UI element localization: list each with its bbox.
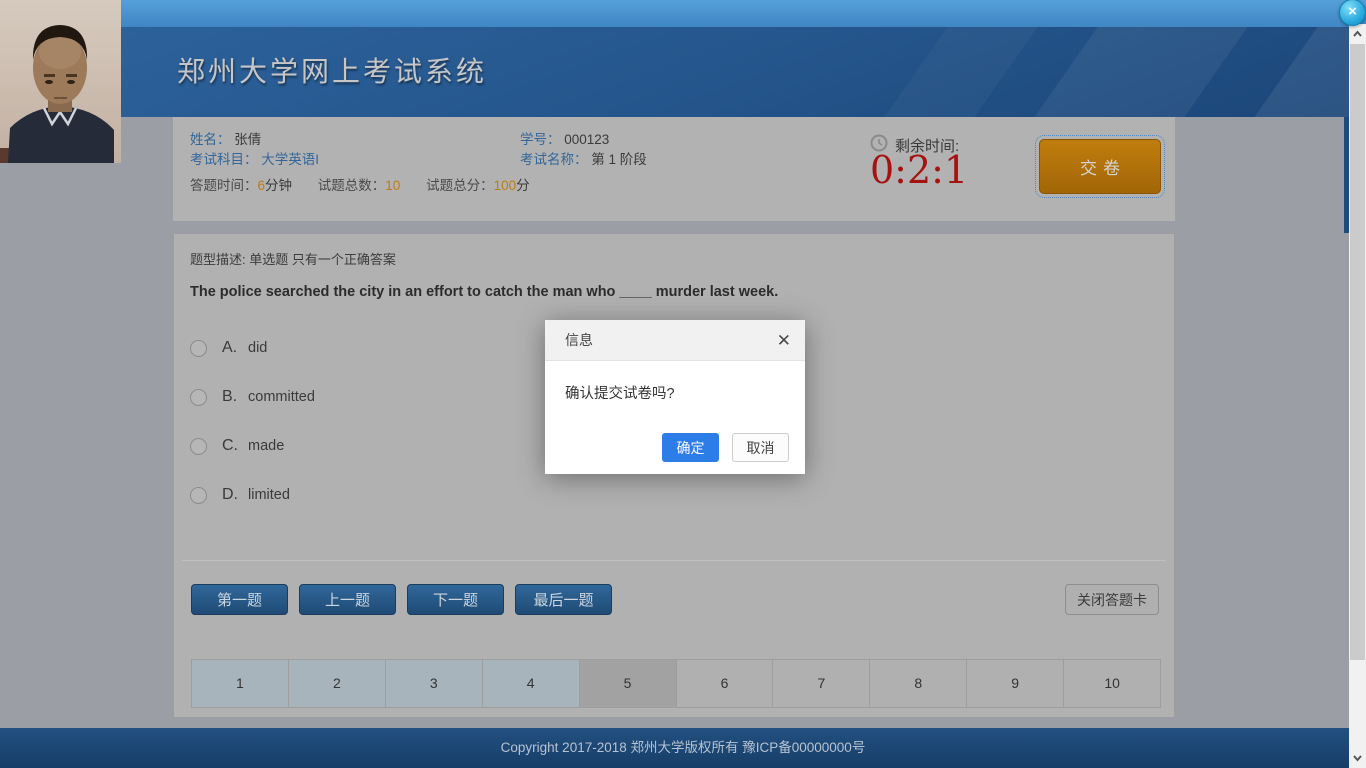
total-score-value: 100 [494, 178, 517, 193]
chevron-up-icon [1349, 24, 1366, 44]
subject-label: 考试科目： [190, 152, 258, 167]
name-value: 张倩 [234, 132, 261, 147]
subject-value: 大学英语I [261, 152, 319, 167]
option-a[interactable]: A. did [190, 338, 267, 358]
dialog-message: 确认提交试卷吗? [565, 382, 675, 403]
total-count-value: 10 [385, 178, 400, 193]
total-score-label: 试题总分： [426, 178, 494, 193]
option-text: made [248, 438, 284, 454]
webcam-preview [0, 0, 121, 163]
dialog-ok-button[interactable]: 确定 [662, 433, 719, 462]
question-panel: 题型描述: 单选题 只有一个正确答案 The police searched t… [173, 233, 1175, 718]
exam-name-value: 第 1 阶段 [591, 152, 647, 167]
grid-cell-5[interactable]: 5 [580, 660, 677, 707]
grid-cell-4[interactable]: 4 [483, 660, 580, 707]
vertical-scrollbar[interactable] [1349, 24, 1366, 768]
duration-label: 答题时间： [190, 178, 258, 193]
question-type-desc: 题型描述: 单选题 只有一个正确答案 [190, 249, 396, 268]
chevron-down-icon [1349, 748, 1366, 768]
dialog-header: 信息 ✕ [545, 320, 805, 361]
scrollbar-down-button[interactable] [1349, 748, 1366, 768]
divider [182, 560, 1166, 561]
student-id-value: 000123 [564, 132, 609, 147]
option-letter: B. [222, 388, 248, 406]
student-id-label: 学号： [520, 132, 561, 147]
grid-cell-9[interactable]: 9 [967, 660, 1064, 707]
radio-option-d[interactable] [190, 487, 207, 504]
radio-option-c[interactable] [190, 438, 207, 455]
option-text: did [248, 340, 267, 356]
close-answer-card-button[interactable]: 关闭答题卡 [1065, 584, 1159, 615]
option-letter: D. [222, 486, 248, 504]
footer: Copyright 2017-2018 郑州大学版权所有 豫ICP备000000… [0, 728, 1366, 768]
radio-option-a[interactable] [190, 340, 207, 357]
duration-value: 6 [258, 178, 266, 193]
grid-cell-8[interactable]: 8 [870, 660, 967, 707]
top-bar [0, 0, 1366, 27]
total-score-unit: 分 [516, 178, 530, 193]
grid-cell-1[interactable]: 1 [192, 660, 289, 707]
submit-exam-button[interactable]: 交卷 [1039, 139, 1161, 194]
prev-question-button[interactable]: 上一题 [299, 584, 396, 615]
banner-streak [1017, 27, 1265, 117]
grid-cell-3[interactable]: 3 [386, 660, 483, 707]
student-name-row: 姓名： 张倩 [190, 128, 261, 148]
first-question-button[interactable]: 第一题 [191, 584, 288, 615]
exam-info-panel: 姓名： 张倩 考试科目： 大学英语I 答题时间：6分钟 试题总数：10 试题总分… [173, 117, 1175, 221]
option-text: limited [248, 487, 290, 503]
dialog-cancel-button[interactable]: 取消 [732, 433, 789, 462]
answer-card-grid: 1 2 3 4 5 6 7 8 9 10 [191, 659, 1161, 708]
window-close-button[interactable]: × [1339, 0, 1366, 26]
option-c[interactable]: C. made [190, 436, 284, 456]
option-d[interactable]: D. limited [190, 485, 290, 505]
scrollbar-thumb[interactable] [1350, 44, 1365, 660]
scrollbar-up-button[interactable] [1349, 24, 1366, 44]
dialog-title: 信息 [565, 320, 593, 361]
last-question-button[interactable]: 最后一题 [515, 584, 612, 615]
banner-streak [1237, 27, 1366, 117]
duration-unit: 分钟 [265, 178, 292, 193]
grid-cell-2[interactable]: 2 [289, 660, 386, 707]
grid-cell-10[interactable]: 10 [1064, 660, 1160, 707]
question-text: The police searched the city in an effor… [190, 284, 778, 300]
name-label: 姓名： [190, 132, 231, 147]
page-title: 郑州大学网上考试系统 [177, 50, 487, 90]
exam-name-row: 考试名称： 第 1 阶段 [520, 148, 647, 168]
option-letter: A. [222, 339, 248, 357]
close-icon: × [1348, 3, 1357, 20]
option-letter: C. [222, 437, 248, 455]
confirm-dialog: 信息 ✕ 确认提交试卷吗? 确定 取消 [545, 320, 805, 474]
dialog-close-icon[interactable]: ✕ [777, 320, 791, 361]
exam-page: × 郑州大学网上考试系统 [0, 0, 1366, 768]
grid-cell-6[interactable]: 6 [677, 660, 774, 707]
grid-cell-7[interactable]: 7 [773, 660, 870, 707]
webcam-person-image [0, 0, 121, 163]
option-text: committed [248, 389, 315, 405]
copyright-text: Copyright 2017-2018 郑州大学版权所有 豫ICP备000000… [0, 728, 1366, 768]
next-question-button[interactable]: 下一题 [407, 584, 504, 615]
total-count-label: 试题总数： [318, 178, 386, 193]
exam-meta-row: 答题时间：6分钟 试题总数：10 试题总分：100分 [190, 174, 530, 194]
exam-name-label: 考试名称： [520, 152, 588, 167]
option-b[interactable]: B. committed [190, 387, 315, 407]
radio-option-b[interactable] [190, 389, 207, 406]
banner-streak [867, 27, 1055, 117]
student-id-row: 学号： 000123 [520, 128, 609, 148]
subject-row: 考试科目： 大学英语I [190, 148, 319, 168]
time-remaining-value: 0:2:1 [870, 148, 968, 192]
